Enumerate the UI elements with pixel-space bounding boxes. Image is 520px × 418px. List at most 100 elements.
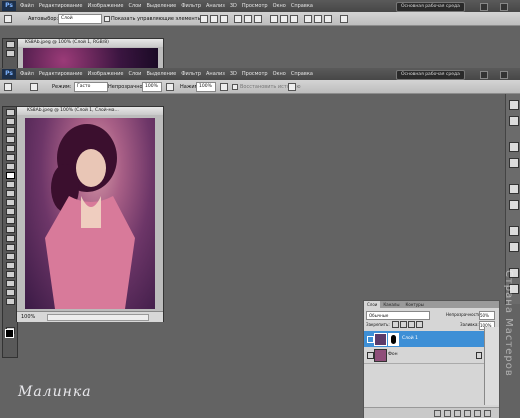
quick-select-tool-icon[interactable] bbox=[5, 136, 15, 143]
eye-icon[interactable] bbox=[367, 336, 374, 343]
distribute-right-icon[interactable] bbox=[324, 15, 332, 23]
eraser-tool-icon[interactable] bbox=[5, 199, 15, 206]
align-middle-icon[interactable] bbox=[210, 15, 218, 23]
menu-select[interactable]: Выделение bbox=[146, 71, 176, 77]
menu-image[interactable]: Изображение bbox=[87, 71, 123, 77]
menu-file[interactable]: Файл bbox=[20, 3, 34, 9]
history-brush-tool-icon[interactable] bbox=[5, 190, 15, 197]
distribute-bottom-icon[interactable] bbox=[290, 15, 298, 23]
menu-help[interactable]: Справка bbox=[291, 3, 313, 9]
blur-tool-icon[interactable] bbox=[5, 217, 15, 224]
actions-panel-icon[interactable] bbox=[509, 200, 519, 210]
menu-help[interactable]: Справка bbox=[291, 71, 313, 77]
clone-stamp-tool-icon[interactable] bbox=[5, 181, 15, 188]
brush-preset-icon[interactable] bbox=[30, 83, 38, 91]
lasso-tool-icon[interactable] bbox=[5, 127, 15, 134]
crop-tool-icon[interactable] bbox=[5, 145, 15, 152]
marquee-tool-icon[interactable] bbox=[5, 50, 15, 57]
brush-panel-icon[interactable] bbox=[509, 226, 519, 236]
flow-input[interactable]: 100% bbox=[196, 82, 216, 92]
menu-analysis[interactable]: Анализ bbox=[206, 3, 225, 9]
menu-edit[interactable]: Редактирование bbox=[39, 71, 83, 77]
menu-view[interactable]: Просмотр bbox=[242, 3, 268, 9]
adjustments-panel-icon[interactable] bbox=[509, 142, 519, 152]
show-controls-checkbox[interactable] bbox=[104, 16, 110, 22]
align-center-icon[interactable] bbox=[244, 15, 252, 23]
lock-all-icon[interactable] bbox=[416, 321, 423, 328]
type-tool-icon[interactable] bbox=[5, 244, 15, 251]
clone-source-panel-icon[interactable] bbox=[509, 242, 519, 252]
distribute-center-icon[interactable] bbox=[314, 15, 322, 23]
pressure-opacity-icon[interactable] bbox=[166, 83, 174, 91]
eyedropper-tool-icon[interactable] bbox=[5, 154, 15, 161]
menu-window[interactable]: Окно bbox=[273, 3, 286, 9]
gradient-tool-icon[interactable] bbox=[5, 208, 15, 215]
move-tool-icon[interactable] bbox=[5, 109, 15, 116]
menu-filter[interactable]: Фильтр bbox=[181, 3, 201, 9]
swatches-panel-icon[interactable] bbox=[509, 116, 519, 126]
airbrush-icon[interactable] bbox=[220, 83, 228, 91]
expand-icon[interactable] bbox=[480, 3, 488, 11]
menu-file[interactable]: Файл bbox=[20, 71, 34, 77]
3d-orbit-tool-icon[interactable] bbox=[5, 280, 15, 287]
marquee-tool-icon[interactable] bbox=[5, 118, 15, 125]
workspace-button-2[interactable]: Основная рабочая среда bbox=[396, 70, 465, 80]
expand-icon[interactable] bbox=[480, 71, 488, 79]
brush-tool-icon[interactable] bbox=[5, 172, 15, 179]
align-bottom-icon[interactable] bbox=[220, 15, 228, 23]
minimize-icon[interactable] bbox=[500, 71, 508, 79]
horizontal-scrollbar[interactable] bbox=[47, 314, 149, 321]
menu-image[interactable]: Изображение bbox=[87, 3, 123, 9]
lock-transparency-icon[interactable] bbox=[392, 321, 399, 328]
color-panel-icon[interactable] bbox=[509, 100, 519, 110]
tab-channels[interactable]: Каналы bbox=[380, 301, 402, 308]
document-tab-title[interactable]: KS8Ab.jpeg @ 100% (Слой 1, Слой-ма... bbox=[17, 107, 163, 115]
tab-layers[interactable]: Слои bbox=[364, 301, 381, 308]
distribute-top-icon[interactable] bbox=[270, 15, 278, 23]
foreground-color-swatch[interactable] bbox=[5, 329, 14, 338]
healing-brush-tool-icon[interactable] bbox=[5, 163, 15, 170]
autoselect-select[interactable]: Слой bbox=[58, 14, 102, 24]
menu-3d[interactable]: 3D bbox=[230, 71, 237, 77]
opacity-input[interactable]: 100% bbox=[142, 82, 162, 92]
minimize-icon[interactable] bbox=[500, 3, 508, 11]
layers-scrollbar[interactable] bbox=[484, 327, 499, 405]
menu-window[interactable]: Окно bbox=[273, 71, 286, 77]
workspace-button[interactable]: Основная рабочая среда bbox=[396, 2, 465, 12]
align-right-icon[interactable] bbox=[254, 15, 262, 23]
menu-edit[interactable]: Редактирование bbox=[39, 3, 83, 9]
layer-row-background[interactable]: Фон bbox=[364, 347, 499, 364]
align-top-icon[interactable] bbox=[200, 15, 208, 23]
menu-layers[interactable]: Слои bbox=[128, 3, 141, 9]
history-panel-icon[interactable] bbox=[509, 184, 519, 194]
move-tool-icon[interactable] bbox=[5, 41, 15, 48]
distribute-middle-icon[interactable] bbox=[280, 15, 288, 23]
menu-view[interactable]: Просмотр bbox=[242, 71, 268, 77]
layer-name[interactable]: Слой 1 bbox=[402, 336, 418, 341]
blend-mode-select[interactable]: Обычные bbox=[366, 311, 430, 320]
zoom-tool-icon[interactable] bbox=[5, 298, 15, 305]
layer-row-layer-1[interactable]: Слой 1 bbox=[364, 331, 499, 347]
eye-icon[interactable] bbox=[367, 352, 374, 359]
hand-tool-icon[interactable] bbox=[5, 289, 15, 296]
lock-pixels-icon[interactable] bbox=[400, 321, 407, 328]
menu-layers[interactable]: Слои bbox=[128, 71, 141, 77]
move-tool-icon[interactable] bbox=[4, 15, 12, 23]
layer-mask-thumbnail[interactable] bbox=[388, 333, 399, 346]
masks-panel-icon[interactable] bbox=[509, 158, 519, 168]
pen-tool-icon[interactable] bbox=[5, 235, 15, 242]
menu-filter[interactable]: Фильтр bbox=[181, 71, 201, 77]
align-left-icon[interactable] bbox=[234, 15, 242, 23]
lock-position-icon[interactable] bbox=[408, 321, 415, 328]
menu-3d[interactable]: 3D bbox=[230, 3, 237, 9]
shape-tool-icon[interactable] bbox=[5, 262, 15, 269]
3d-rotate-tool-icon[interactable] bbox=[5, 271, 15, 278]
path-selection-tool-icon[interactable] bbox=[5, 253, 15, 260]
distribute-left-icon[interactable] bbox=[304, 15, 312, 23]
document-tab-title[interactable]: KS8Ab.jpeg @ 100% (Слой 1, RGB/8) bbox=[15, 39, 163, 47]
tablet-pressure-icon[interactable] bbox=[288, 83, 296, 91]
zoom-status[interactable]: 100% bbox=[21, 314, 35, 320]
history-checkbox[interactable] bbox=[232, 84, 238, 90]
layer-name[interactable]: Фон bbox=[388, 352, 398, 357]
menu-select[interactable]: Выделение bbox=[146, 3, 176, 9]
